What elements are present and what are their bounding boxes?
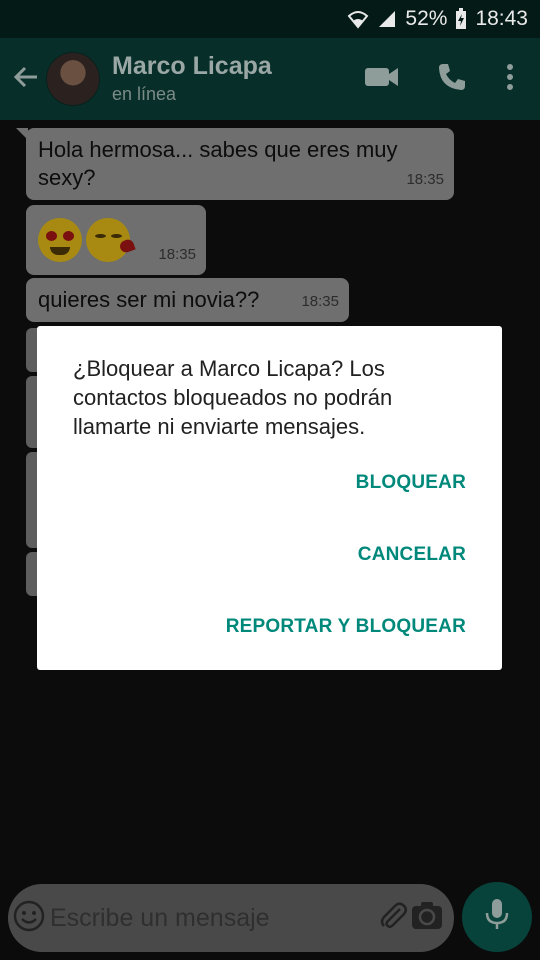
message-text: quieres ser mi novia?? bbox=[38, 287, 260, 312]
header-actions bbox=[354, 38, 540, 120]
wifi-icon bbox=[347, 9, 369, 29]
message-time: 18:35 bbox=[301, 293, 339, 310]
chat-header: Marco Licapa en línea bbox=[0, 38, 540, 120]
report-and-block-button[interactable]: REPORTAR Y BLOQUEAR bbox=[226, 616, 466, 638]
cancel-button[interactable]: CANCELAR bbox=[358, 544, 466, 566]
battery-percent: 52% bbox=[405, 7, 448, 30]
message-time: 18:35 bbox=[158, 246, 196, 263]
signal-icon bbox=[377, 9, 397, 29]
mic-icon bbox=[485, 898, 509, 936]
message-text: Hola hermosa... sabes que eres muy sexy? bbox=[38, 137, 398, 190]
clock: 18:43 bbox=[475, 7, 528, 30]
dialog-message: ¿Bloquear a Marco Licapa? Los contactos … bbox=[73, 356, 393, 439]
attach-button[interactable] bbox=[376, 890, 410, 946]
attach-icon bbox=[378, 901, 408, 936]
phone-icon bbox=[437, 62, 467, 97]
back-button[interactable] bbox=[6, 59, 46, 99]
emoji-icon bbox=[13, 900, 45, 937]
block-contact-dialog: ¿Bloquear a Marco Licapa? Los contactos … bbox=[37, 326, 502, 670]
video-call-icon bbox=[365, 66, 399, 93]
message-bubble[interactable]: quieres ser mi novia?? 18:35 bbox=[26, 278, 349, 322]
contact-name: Marco Licapa bbox=[112, 52, 272, 80]
mic-button[interactable] bbox=[462, 882, 532, 952]
camera-button[interactable] bbox=[410, 890, 444, 946]
emoji-button[interactable] bbox=[12, 890, 46, 946]
block-button[interactable]: BLOQUEAR bbox=[356, 472, 466, 494]
message-bubble[interactable]: Hola hermosa... sabes que eres muy sexy?… bbox=[16, 128, 454, 200]
heart-eyes-emoji bbox=[38, 218, 82, 262]
contact-status: en línea bbox=[112, 84, 177, 104]
video-call-button[interactable] bbox=[354, 51, 410, 107]
more-vert-icon bbox=[506, 63, 514, 96]
message-input[interactable] bbox=[46, 903, 376, 933]
message-bubble[interactable]: 18:35 bbox=[26, 205, 206, 275]
message-time: 18:35 bbox=[406, 171, 444, 188]
contact-info[interactable]: Marco Licapa en línea bbox=[112, 51, 272, 107]
camera-icon bbox=[411, 901, 443, 935]
message-composer bbox=[8, 884, 454, 952]
status-bar: 52% 18:43 bbox=[0, 0, 540, 38]
more-options-button[interactable] bbox=[490, 51, 530, 107]
back-arrow-icon bbox=[13, 64, 39, 95]
voice-call-button[interactable] bbox=[424, 51, 480, 107]
kissing-face-emoji bbox=[86, 218, 136, 262]
avatar[interactable] bbox=[46, 52, 100, 106]
battery-icon bbox=[455, 8, 467, 30]
